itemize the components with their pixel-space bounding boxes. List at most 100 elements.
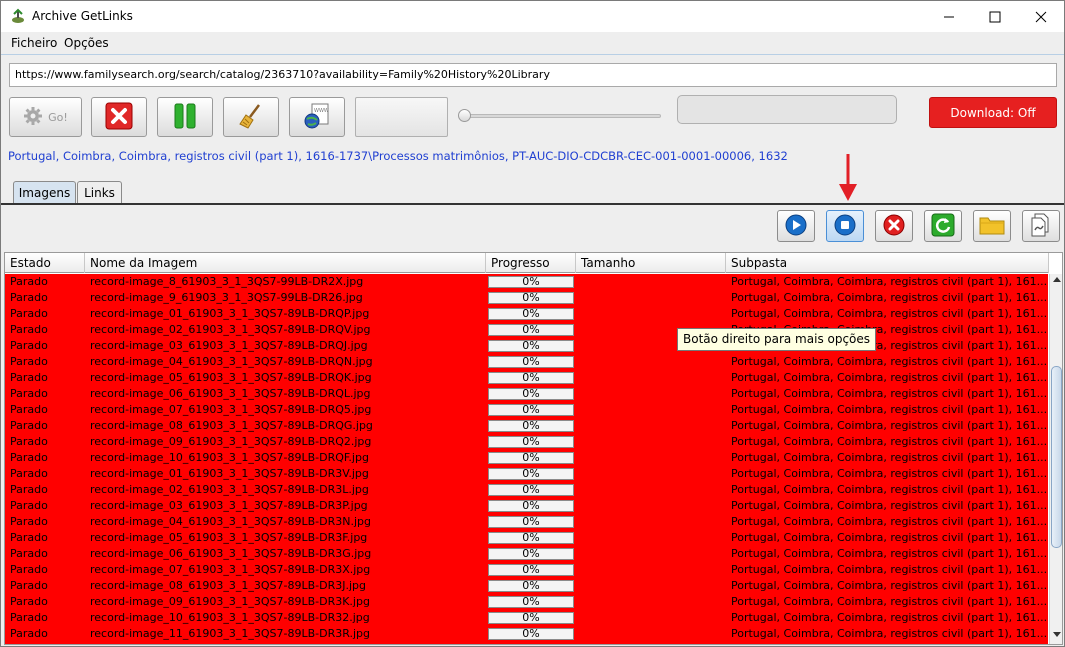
table-row[interactable]: Parado record-image_8_61903_3_1_3QS7-99LB… xyxy=(5,274,1048,290)
cell-nome: record-image_03_61903_3_1_3QS7-89LB-DR3P… xyxy=(90,499,368,512)
cell-estado: Parado xyxy=(10,611,48,624)
speed-slider-knob[interactable] xyxy=(458,109,471,122)
pause-button[interactable] xyxy=(157,97,213,137)
header-estado[interactable]: Estado xyxy=(5,253,85,273)
scroll-down-arrow-icon[interactable] xyxy=(1050,630,1062,642)
cell-subpasta: Portugal, Coimbra, Coimbra, registros ci… xyxy=(731,499,1048,512)
cell-tamanho xyxy=(576,450,726,466)
folder-icon xyxy=(979,214,1005,239)
table-row[interactable]: Parado record-image_07_61903_3_1_3QS7-89L… xyxy=(5,402,1048,418)
progress-bar: 0% xyxy=(488,596,574,608)
refresh-button[interactable] xyxy=(924,210,962,242)
header-subpasta[interactable]: Subpasta xyxy=(726,253,1049,273)
stop-button[interactable] xyxy=(826,210,864,242)
cell-subpasta: Portugal, Coimbra, Coimbra, registros ci… xyxy=(731,515,1048,528)
cell-nome: record-image_06_61903_3_1_3QS7-89LB-DRQL… xyxy=(90,387,371,400)
cell-estado: Parado xyxy=(10,627,48,640)
tab-imagens[interactable]: Imagens xyxy=(13,181,76,204)
progress-bar: 0% xyxy=(488,468,574,480)
table-row[interactable]: Parado record-image_06_61903_3_1_3QS7-89L… xyxy=(5,386,1048,402)
table-row[interactable]: Parado record-image_02_61903_3_1_3QS7-89L… xyxy=(5,322,1048,338)
menu-ficheiro[interactable]: Ficheiro xyxy=(11,36,57,50)
table-row[interactable]: Parado record-image_08_61903_3_1_3QS7-89L… xyxy=(5,418,1048,434)
cell-estado: Parado xyxy=(10,403,48,416)
play-button[interactable] xyxy=(777,210,815,242)
table-row[interactable]: Parado record-image_9_61903_3_1_3QS7-99LB… xyxy=(5,290,1048,306)
vertical-scrollbar[interactable] xyxy=(1049,274,1062,644)
cancel-button[interactable] xyxy=(91,97,147,137)
progress-bar: 0% xyxy=(488,340,574,352)
cell-subpasta: Portugal, Coimbra, Coimbra, registros ci… xyxy=(731,595,1048,608)
cell-nome: record-image_8_61903_3_1_3QS7-99LB-DR2X.… xyxy=(90,275,364,288)
cell-tamanho xyxy=(576,498,726,514)
table-row[interactable]: Parado record-image_07_61903_3_1_3QS7-89L… xyxy=(5,562,1048,578)
progress-bar: 0% xyxy=(488,612,574,624)
cell-nome: record-image_9_61903_3_1_3QS7-99LB-DR26.… xyxy=(90,291,363,304)
table-row[interactable]: Parado record-image_10_61903_3_1_3QS7-89L… xyxy=(5,610,1048,626)
progress-bar: 0% xyxy=(488,388,574,400)
cell-progresso: 0% xyxy=(486,594,576,610)
table-row[interactable]: Parado record-image_09_61903_3_1_3QS7-89L… xyxy=(5,594,1048,610)
maximize-button[interactable] xyxy=(972,1,1018,32)
table-row[interactable]: Parado record-image_05_61903_3_1_3QS7-89L… xyxy=(5,370,1048,386)
remove-button[interactable] xyxy=(875,210,913,242)
cell-subpasta: Portugal, Coimbra, Coimbra, registros ci… xyxy=(731,627,1048,640)
minimize-button[interactable] xyxy=(926,1,972,32)
url-input[interactable]: https://www.familysearch.org/search/cata… xyxy=(9,63,1057,87)
cell-estado: Parado xyxy=(10,435,48,448)
table-row[interactable]: Parado record-image_06_61903_3_1_3QS7-89L… xyxy=(5,546,1048,562)
cell-tamanho xyxy=(576,386,726,402)
scroll-thumb[interactable] xyxy=(1051,366,1062,548)
cell-tamanho xyxy=(576,370,726,386)
clear-button[interactable] xyxy=(223,97,279,137)
table-row[interactable]: Parado record-image_01_61903_3_1_3QS7-89L… xyxy=(5,306,1048,322)
close-window-button[interactable] xyxy=(1018,1,1064,32)
progress-bar: 0% xyxy=(488,372,574,384)
table-row[interactable]: Parado record-image_09_61903_3_1_3QS7-89L… xyxy=(5,434,1048,450)
table-row[interactable]: Parado record-image_03_61903_3_1_3QS7-89L… xyxy=(5,498,1048,514)
red-arrow-annotation xyxy=(838,154,858,205)
copy-links-button[interactable] xyxy=(1022,210,1060,242)
cell-estado: Parado xyxy=(10,531,48,544)
header-progresso[interactable]: Progresso xyxy=(486,253,576,273)
cell-nome: record-image_07_61903_3_1_3QS7-89LB-DR3X… xyxy=(90,563,371,576)
tab-links[interactable]: Links xyxy=(77,181,122,204)
cell-nome: record-image_11_61903_3_1_3QS7-89LB-DR3R… xyxy=(90,627,370,640)
cell-subpasta: Portugal, Coimbra, Coimbra, registros ci… xyxy=(731,291,1048,304)
table-row[interactable]: Parado record-image_08_61903_3_1_3QS7-89L… xyxy=(5,578,1048,594)
go-button[interactable]: Go! xyxy=(9,97,82,137)
table-row[interactable]: Parado record-image_03_61903_3_1_3QS7-89L… xyxy=(5,338,1048,354)
download-toggle-button[interactable]: Download: Off xyxy=(929,97,1057,128)
table-row[interactable]: Parado record-image_02_61903_3_1_3QS7-89L… xyxy=(5,482,1048,498)
window-title: Archive GetLinks xyxy=(32,9,133,23)
status-field xyxy=(677,95,897,124)
table-row[interactable]: Parado record-image_11_61903_3_1_3QS7-89L… xyxy=(5,626,1048,642)
menu-opcoes[interactable]: Opções xyxy=(64,36,109,50)
cell-nome: record-image_09_61903_3_1_3QS7-89LB-DR3K… xyxy=(90,595,370,608)
cell-tamanho xyxy=(576,562,726,578)
cell-subpasta: Portugal, Coimbra, Coimbra, registros ci… xyxy=(731,547,1048,560)
cell-subpasta: Portugal, Coimbra, Coimbra, registros ci… xyxy=(731,451,1048,464)
cell-estado: Parado xyxy=(10,451,48,464)
cell-nome: record-image_05_61903_3_1_3QS7-89LB-DRQK… xyxy=(90,371,372,384)
cell-subpasta: Portugal, Coimbra, Coimbra, registros ci… xyxy=(731,371,1048,384)
speed-slider-track[interactable] xyxy=(463,114,661,118)
header-nome[interactable]: Nome da Imagem xyxy=(85,253,486,273)
table-row[interactable]: Parado record-image_01_61903_3_1_3QS7-89L… xyxy=(5,466,1048,482)
cell-nome: record-image_03_61903_3_1_3QS7-89LB-DRQJ… xyxy=(90,339,368,352)
table-row[interactable]: Parado record-image_10_61903_3_1_3QS7-89L… xyxy=(5,450,1048,466)
header-tamanho[interactable]: Tamanho xyxy=(576,253,726,273)
cell-estado: Parado xyxy=(10,291,48,304)
table-row[interactable]: Parado record-image_04_61903_3_1_3QS7-89L… xyxy=(5,354,1048,370)
web-page-button[interactable]: WWW xyxy=(289,97,345,137)
scroll-up-arrow-icon[interactable] xyxy=(1050,276,1062,288)
menu-bar: Ficheiro Opções xyxy=(1,32,1064,54)
table-row[interactable]: Parado record-image_04_61903_3_1_3QS7-89L… xyxy=(5,514,1048,530)
progress-bar: 0% xyxy=(488,484,574,496)
progress-bar: 0% xyxy=(488,324,574,336)
table-row[interactable]: Parado record-image_05_61903_3_1_3QS7-89L… xyxy=(5,530,1048,546)
cell-subpasta: Portugal, Coimbra, Coimbra, registros ci… xyxy=(731,403,1048,416)
cell-progresso: 0% xyxy=(486,482,576,498)
open-folder-button[interactable] xyxy=(973,210,1011,242)
go-label: Go! xyxy=(48,110,68,124)
